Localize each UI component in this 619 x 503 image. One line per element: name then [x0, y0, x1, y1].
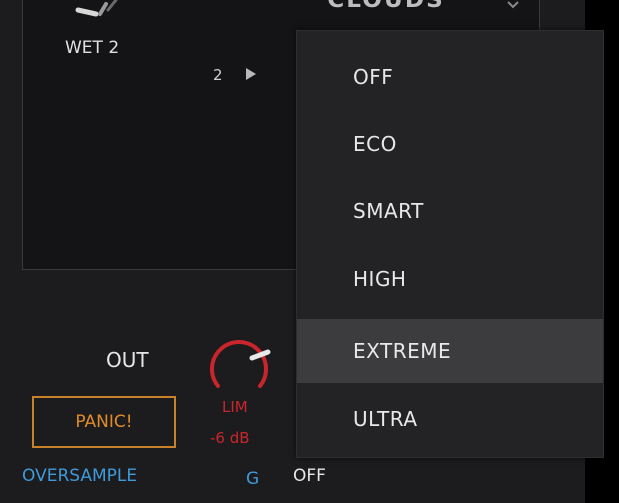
limiter-value: -6 dB [210, 429, 250, 447]
oversample-glyph: G [246, 469, 260, 489]
output-knob[interactable] [204, 326, 274, 396]
oversample-dropdown-menu: OFF ECO SMART HIGH EXTREME ULTRA [296, 30, 604, 458]
output-label: OUT [106, 348, 149, 372]
chevron-down-icon[interactable] [506, 0, 520, 10]
menu-item-smart[interactable]: SMART [297, 179, 603, 243]
menu-item-high[interactable]: HIGH [297, 247, 603, 311]
slot-number: 2 [213, 66, 223, 84]
menu-item-eco[interactable]: ECO [297, 112, 603, 176]
oversample-value[interactable]: OFF [293, 466, 326, 486]
menu-item-extreme[interactable]: EXTREME [297, 319, 603, 383]
menu-item-off[interactable]: OFF [297, 45, 603, 109]
oversample-label: OVERSAMPLE [22, 466, 138, 486]
menu-item-ultra[interactable]: ULTRA [297, 387, 603, 451]
wet-label: WET 2 [65, 38, 120, 58]
panic-button[interactable]: PANIC! [32, 396, 176, 448]
play-icon[interactable] [244, 66, 258, 82]
wet-knob-partial[interactable] [70, 0, 130, 20]
limiter-label[interactable]: LIM [222, 398, 248, 416]
effect-name-label[interactable]: CLOUDS [327, 0, 445, 13]
